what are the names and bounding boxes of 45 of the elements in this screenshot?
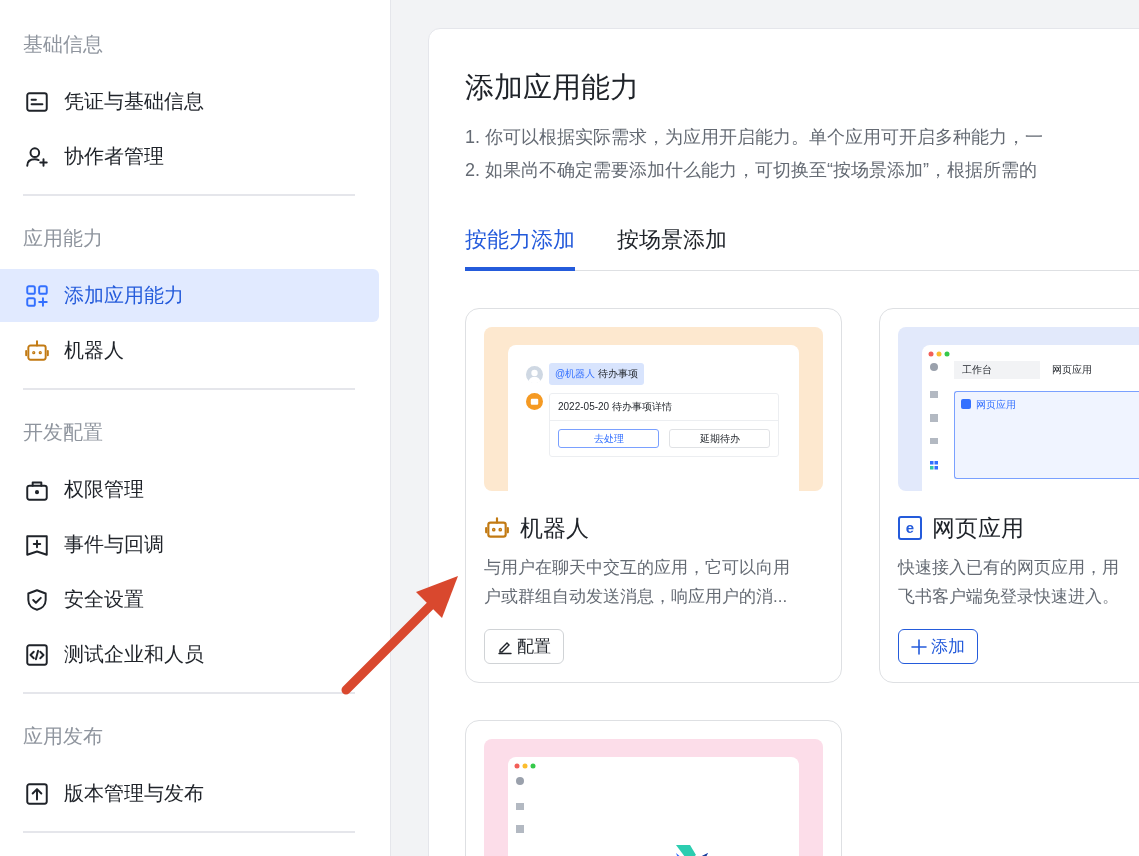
window-dots-icon [928, 351, 950, 357]
nav-item[interactable]: 协作者管理 [0, 130, 379, 183]
card-description-line: 与用户在聊天中交互的应用，它可以向用 [484, 557, 791, 579]
bot-avatar-icon [526, 393, 543, 410]
tab[interactable]: 按场景添加 [617, 215, 727, 271]
nav-item[interactable]: 事件与回调 [0, 518, 379, 571]
nav-item[interactable]: 测试企业和人员 [0, 628, 379, 681]
upload-icon [24, 780, 50, 807]
card-description-line: 快速接入已有的网页应用，用 [898, 557, 1120, 579]
group-heading: 开发配置 [22, 420, 104, 445]
robot-icon [24, 337, 50, 364]
add-button[interactable]: 添加 [898, 629, 978, 664]
nav-item[interactable]: 版本管理与发布 [0, 767, 379, 820]
page-title: 添加应用能力 [465, 70, 640, 105]
avatar-icon [526, 365, 543, 383]
sidebar-icons-drawing [514, 775, 526, 835]
window-dots-icon [514, 763, 536, 769]
group-heading: 基础信息 [22, 32, 104, 57]
app-square-icon [961, 399, 971, 409]
card-title: 网页应用 [932, 514, 1024, 543]
nav-item[interactable]: 机器人 [0, 324, 379, 377]
preview-panel-title: 网页应用 [976, 398, 1016, 412]
nav-item[interactable]: 权限管理 [0, 463, 379, 516]
message-card-title: 2022-05-20 待办事项详情 [550, 394, 778, 421]
group-heading: 应用发布 [22, 724, 104, 749]
description-line: 1. 你可以根据实际需求，为应用开启能力。单个应用可开启多种能力，一 [465, 126, 1044, 149]
shield-check-icon [24, 586, 50, 613]
card-description-line: 户或群组自动发送消息，响应用户的消... [484, 586, 789, 608]
code-icon [24, 641, 50, 668]
group-heading: 应用能力 [22, 226, 104, 251]
nav-item[interactable]: 凭证与基础信息 [0, 75, 379, 128]
nav-item[interactable]: 安全设置 [0, 573, 379, 626]
apps-add-icon [24, 282, 50, 309]
message-bubble: @机器人 待办事项 [549, 363, 644, 385]
message-action: 延期待办 [669, 429, 770, 448]
plus-icon [911, 638, 927, 655]
card-title: 机器人 [520, 514, 589, 543]
web-app-icon: e [898, 516, 922, 540]
tab[interactable]: 按能力添加 [465, 215, 575, 271]
card-description-line: 飞书客户端免登录快速进入。 [898, 586, 1120, 608]
description-line: 2. 如果尚不确定需要添加什么能力，可切换至“按场景添加”，根据所需的 [465, 159, 1038, 182]
configure-button[interactable]: 配置 [484, 629, 564, 664]
robot-icon [484, 515, 510, 541]
nav-item[interactable]: 添加应用能力 [0, 269, 379, 322]
message-action: 去处理 [558, 429, 659, 448]
